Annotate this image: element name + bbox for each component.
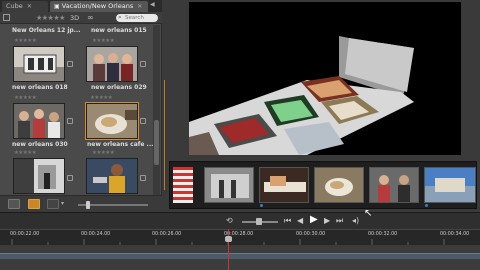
play-button[interactable]: ▶ bbox=[310, 214, 318, 225]
rating-stars[interactable]: ★★★★★ bbox=[14, 38, 37, 44]
media-thumbnail[interactable] bbox=[13, 158, 65, 194]
volume-icon[interactable]: ◂) bbox=[352, 216, 359, 225]
item-menu-icon[interactable] bbox=[67, 61, 73, 67]
scene-thumbnail[interactable] bbox=[314, 167, 364, 203]
view-toggle-icon[interactable] bbox=[8, 199, 20, 209]
media-thumbnail[interactable] bbox=[13, 103, 65, 139]
timecode-label: 00:00:30.00 bbox=[296, 232, 326, 237]
scene-image bbox=[425, 168, 475, 202]
transport-bar: ⟲ ⏮ ◀ ▶ ▶ ⏭ ◂) bbox=[0, 212, 480, 229]
item-menu-icon[interactable] bbox=[67, 175, 73, 181]
photo-cafe bbox=[87, 104, 137, 138]
item-menu-icon[interactable] bbox=[140, 61, 146, 67]
scene-image bbox=[260, 168, 308, 202]
layout-icon[interactable] bbox=[3, 14, 10, 21]
item-menu-icon[interactable] bbox=[140, 118, 146, 124]
timecode-label: 00:00:26.00 bbox=[152, 232, 182, 237]
scene-image bbox=[370, 168, 418, 202]
media-item-title: New Orleans 12 jp... bbox=[12, 27, 81, 34]
item-menu-icon[interactable] bbox=[140, 175, 146, 181]
media-thumbnail[interactable] bbox=[13, 46, 65, 82]
media-item-title: new orleans 015 bbox=[91, 27, 147, 34]
filter-3d-label[interactable]: 3D bbox=[70, 14, 79, 22]
tab-cube[interactable]: Cube ✕ bbox=[2, 1, 48, 12]
ruler-ticks bbox=[11, 239, 445, 245]
scene-image bbox=[315, 168, 363, 202]
photo-group bbox=[87, 47, 137, 81]
scrollbar-thumb[interactable] bbox=[154, 120, 159, 165]
3d-cube-transition-frame bbox=[189, 2, 461, 155]
grid-view-icon[interactable] bbox=[28, 199, 40, 209]
media-item-title: new orleans 030 bbox=[12, 141, 68, 148]
item-menu-icon[interactable] bbox=[67, 118, 73, 124]
search-input[interactable]: ⌕ Search bbox=[116, 13, 158, 22]
tab-label: Cube bbox=[6, 2, 23, 10]
media-thumbnail[interactable] bbox=[86, 46, 138, 82]
stereo-glasses-icon[interactable]: ∞ bbox=[87, 13, 94, 22]
timeline-ruler[interactable]: 00:00:22.00 00:00:24.00 00:00:26.00 00:0… bbox=[0, 229, 480, 245]
timecode-label: 00:00:22.00 bbox=[10, 232, 40, 237]
close-icon[interactable]: ✕ bbox=[27, 3, 32, 10]
timecode-label: 00:00:24.00 bbox=[81, 232, 111, 237]
search-placeholder: Search bbox=[125, 15, 144, 21]
library-panel: Cube ✕ ▣ Vacation/New Orleans ✕ ◀ ★★★★★ … bbox=[0, 0, 162, 212]
tab-label: Vacation/New Orleans bbox=[61, 2, 134, 10]
go-to-start-button[interactable]: ⏮ bbox=[284, 216, 291, 226]
tab-scroll-icon[interactable]: ◀ bbox=[150, 1, 155, 8]
loop-icon[interactable]: ⟲ bbox=[226, 216, 233, 225]
list-view-icon[interactable] bbox=[47, 199, 59, 209]
rating-stars[interactable]: ★★★★★ bbox=[14, 150, 37, 156]
rating-stars[interactable]: ★★★★★ bbox=[92, 150, 115, 156]
panel-divider[interactable] bbox=[164, 80, 165, 190]
scene-thumbnail[interactable] bbox=[173, 167, 193, 203]
scene-marker-icon bbox=[425, 204, 428, 207]
mouse-cursor-icon: ↖ bbox=[364, 208, 373, 219]
timeline-clip[interactable] bbox=[0, 253, 480, 259]
media-thumbnail[interactable] bbox=[86, 158, 138, 194]
library-footer: ▾ bbox=[0, 195, 162, 212]
filter-bar: ★★★★★ 3D ∞ ⌕ Search bbox=[0, 12, 162, 24]
timecode-label: 00:00:34.00 bbox=[440, 232, 470, 237]
timecode-label: 00:00:32.00 bbox=[368, 232, 398, 237]
scene-image bbox=[205, 168, 253, 202]
media-item-title: new orleans 018 bbox=[12, 84, 68, 91]
media-item-title: new orleans 029 bbox=[91, 84, 147, 91]
rating-stars[interactable]: ★★★★★ bbox=[90, 95, 113, 101]
photo-fleur-sign bbox=[14, 47, 64, 81]
folder-icon: ▣ bbox=[54, 3, 60, 10]
video-preview[interactable] bbox=[189, 2, 461, 155]
library-scrollbar[interactable] bbox=[153, 25, 160, 195]
slider-knob[interactable] bbox=[86, 201, 90, 209]
shuttle-knob[interactable] bbox=[256, 218, 262, 225]
go-to-end-button[interactable]: ⏭ bbox=[336, 216, 343, 226]
close-icon[interactable]: ✕ bbox=[137, 3, 142, 10]
media-grid: New Orleans 12 jp... new orleans 015 ★★★… bbox=[0, 25, 154, 195]
scene-marker-icon bbox=[260, 204, 263, 207]
dropdown-arrow-icon[interactable]: ▾ bbox=[61, 200, 64, 207]
rating-stars[interactable]: ★★★★★ bbox=[14, 95, 37, 101]
search-icon: ⌕ bbox=[118, 13, 122, 21]
media-thumbnail-selected[interactable] bbox=[85, 102, 139, 140]
tab-vacation-new-orleans[interactable]: ▣ Vacation/New Orleans ✕ bbox=[50, 1, 148, 12]
timeline-track[interactable] bbox=[0, 246, 480, 270]
scene-thumbnail[interactable] bbox=[204, 167, 254, 203]
scene-thumbnail[interactable] bbox=[424, 167, 476, 203]
photo-street-bw bbox=[14, 159, 64, 193]
tab-bar: Cube ✕ ▣ Vacation/New Orleans ✕ ◀ bbox=[0, 0, 162, 12]
playhead-handle[interactable] bbox=[225, 236, 232, 242]
media-item-title: new orleans cafe ... bbox=[87, 141, 154, 148]
step-forward-button[interactable]: ▶ bbox=[324, 216, 330, 225]
step-back-button[interactable]: ◀ bbox=[297, 216, 303, 225]
photo-musician bbox=[87, 159, 137, 193]
scene-thumbnail[interactable] bbox=[259, 167, 309, 203]
rating-stars[interactable]: ★★★★★ bbox=[92, 38, 115, 44]
scene-strip bbox=[169, 161, 477, 209]
rating-filter[interactable]: ★★★★★ bbox=[36, 14, 65, 22]
photo-crowd bbox=[14, 104, 64, 138]
scene-thumbnail[interactable] bbox=[369, 167, 419, 203]
